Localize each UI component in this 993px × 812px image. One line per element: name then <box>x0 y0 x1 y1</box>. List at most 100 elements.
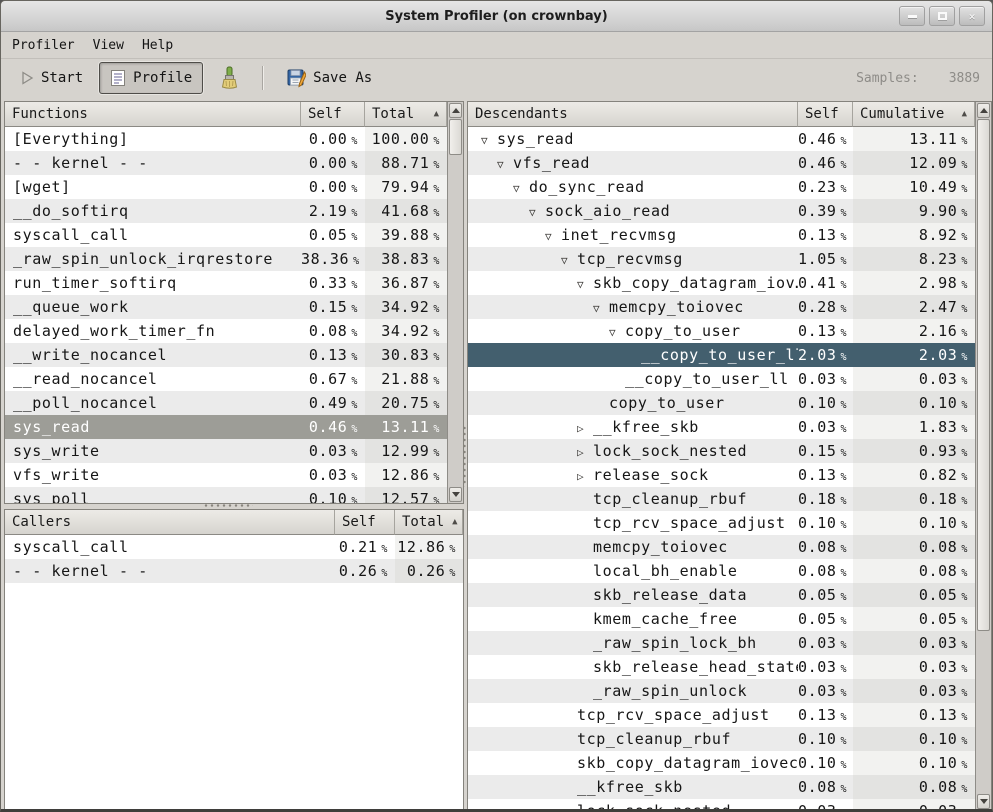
start-button[interactable]: Start <box>9 62 94 94</box>
app-window: System Profiler (on crownbay) ✕ Profiler… <box>0 0 993 812</box>
table-row[interactable]: __write_nocancel0.13%30.83% <box>5 343 447 367</box>
scroll-down-button[interactable] <box>977 794 990 809</box>
column-header-descendants[interactable]: Descendants <box>468 102 798 127</box>
close-button[interactable]: ✕ <box>959 6 985 26</box>
table-row[interactable]: sys_read0.46%13.11% <box>5 415 447 439</box>
tree-row[interactable]: kmem_cache_free0.05%0.05% <box>468 607 975 631</box>
column-header-self[interactable]: Self <box>335 510 395 535</box>
tree-row[interactable]: ▽do_sync_read0.23%10.49% <box>468 175 975 199</box>
menu-help[interactable]: Help <box>133 34 182 57</box>
table-row[interactable]: syscall_call0.05%39.88% <box>5 223 447 247</box>
tree-row[interactable]: memcpy_toiovec0.08%0.08% <box>468 535 975 559</box>
menu-view[interactable]: View <box>84 34 133 57</box>
tree-row[interactable]: skb_release_data0.05%0.05% <box>468 583 975 607</box>
expander-closed-icon[interactable]: ▷ <box>577 417 593 439</box>
tree-row[interactable]: __kfree_skb0.08%0.08% <box>468 775 975 799</box>
table-row[interactable]: __queue_work0.15%34.92% <box>5 295 447 319</box>
functions-scrollbar[interactable] <box>447 102 463 503</box>
table-row[interactable]: vfs_write0.03%12.86% <box>5 463 447 487</box>
expander-closed-icon[interactable]: ▷ <box>577 441 593 463</box>
scroll-thumb[interactable] <box>977 119 990 631</box>
tree-row[interactable]: ▷lock_sock_nested0.15%0.93% <box>468 439 975 463</box>
tree-row[interactable]: __copy_to_user_ll0.03%0.03% <box>468 367 975 391</box>
column-header-cumulative[interactable]: Cumulative▲ <box>853 102 975 127</box>
expander-open-icon[interactable]: ▽ <box>577 273 593 295</box>
table-row[interactable]: sys_write0.03%12.99% <box>5 439 447 463</box>
vertical-pane-grip[interactable] <box>462 425 467 487</box>
column-header-total[interactable]: Total▲ <box>365 102 447 127</box>
menu-profiler[interactable]: Profiler <box>3 34 84 57</box>
table-row[interactable]: - - kernel - -0.26%0.26% <box>5 559 463 583</box>
descendants-scrollbar[interactable] <box>975 102 991 810</box>
horizontal-pane-grip[interactable] <box>203 503 253 509</box>
expander-open-icon[interactable]: ▽ <box>609 321 625 343</box>
tree-row[interactable]: ▽skb_copy_datagram_iov…0.41%2.98% <box>468 271 975 295</box>
expander-open-icon[interactable]: ▽ <box>529 201 545 223</box>
table-row[interactable]: __read_nocancel0.67%21.88% <box>5 367 447 391</box>
descendant-name: _raw_spin_lock_bh <box>468 631 798 655</box>
expander-open-icon[interactable]: ▽ <box>545 225 561 247</box>
tree-row[interactable]: lock_sock_nested0.03%0.03% <box>468 799 975 810</box>
table-row[interactable]: run_timer_softirq0.33%36.87% <box>5 271 447 295</box>
tree-row[interactable]: ▽copy_to_user0.13%2.16% <box>468 319 975 343</box>
table-row[interactable]: - - kernel - -0.00%88.71% <box>5 151 447 175</box>
table-row[interactable]: [Everything]0.00%100.00% <box>5 127 447 151</box>
maximize-button[interactable] <box>929 6 955 26</box>
tree-row[interactable]: ▷__kfree_skb0.03%1.83% <box>468 415 975 439</box>
profile-toggle-button[interactable]: Profile <box>99 62 203 94</box>
column-header-self[interactable]: Self <box>301 102 365 127</box>
tree-row[interactable]: ▽vfs_read0.46%12.09% <box>468 151 975 175</box>
tree-row[interactable]: ▽memcpy_toiovec0.28%2.47% <box>468 295 975 319</box>
tree-row[interactable]: tcp_cleanup_rbuf0.10%0.10% <box>468 727 975 751</box>
table-row[interactable]: syscall_call0.21%12.86% <box>5 535 463 559</box>
reset-button[interactable] <box>208 62 250 94</box>
cumulative-value: 10.49% <box>853 175 975 199</box>
tree-row[interactable]: __copy_to_user_ll2.03%2.03% <box>468 343 975 367</box>
tree-row[interactable]: _raw_spin_lock_bh0.03%0.03% <box>468 631 975 655</box>
expander-open-icon[interactable]: ▽ <box>497 153 513 175</box>
titlebar[interactable]: System Profiler (on crownbay) ✕ <box>1 1 992 32</box>
tree-row[interactable]: skb_release_head_state0.03%0.03% <box>468 655 975 679</box>
tree-row[interactable]: copy_to_user0.10%0.10% <box>468 391 975 415</box>
function-name: sys_write <box>5 439 301 463</box>
table-row[interactable]: [wget]0.00%79.94% <box>5 175 447 199</box>
tree-row[interactable]: tcp_rcv_space_adjust0.10%0.10% <box>468 511 975 535</box>
tree-row[interactable]: skb_copy_datagram_iovec0.10%0.10% <box>468 751 975 775</box>
tree-row[interactable]: ▽inet_recvmsg0.13%8.92% <box>468 223 975 247</box>
tree-row[interactable]: ▽sys_read0.46%13.11% <box>468 127 975 151</box>
column-header-self[interactable]: Self <box>798 102 853 127</box>
total-value: 12.86% <box>395 535 463 559</box>
scroll-thumb[interactable] <box>449 119 462 155</box>
table-row[interactable]: __do_softirq2.19%41.68% <box>5 199 447 223</box>
cumulative-value: 0.82% <box>853 463 975 487</box>
brush-icon <box>219 66 239 90</box>
scroll-down-button[interactable] <box>449 487 462 502</box>
table-row[interactable]: delayed_work_timer_fn0.08%34.92% <box>5 319 447 343</box>
expander-open-icon[interactable]: ▽ <box>593 297 609 319</box>
expander-open-icon[interactable]: ▽ <box>481 129 497 151</box>
tree-row[interactable]: ▽tcp_recvmsg1.05%8.23% <box>468 247 975 271</box>
window-buttons: ✕ <box>899 6 985 26</box>
scroll-up-button[interactable] <box>977 103 990 118</box>
expander-open-icon[interactable]: ▽ <box>561 249 577 271</box>
table-row[interactable]: sys_poll0.10%12.57% <box>5 487 447 503</box>
tree-row[interactable]: _raw_spin_unlock0.03%0.03% <box>468 679 975 703</box>
scroll-up-button[interactable] <box>449 103 462 118</box>
tree-row[interactable]: local_bh_enable0.08%0.08% <box>468 559 975 583</box>
tree-row[interactable]: ▽sock_aio_read0.39%9.90% <box>468 199 975 223</box>
column-header-total[interactable]: Total▲ <box>395 510 463 535</box>
tree-row[interactable]: ▷release_sock0.13%0.82% <box>468 463 975 487</box>
column-header-callers[interactable]: Callers <box>5 510 335 535</box>
expander-closed-icon[interactable]: ▷ <box>577 465 593 487</box>
functions-panel: Functions Self Total▲ [Everything]0.00%1… <box>4 101 464 504</box>
tree-row[interactable]: tcp_cleanup_rbuf0.18%0.18% <box>468 487 975 511</box>
self-value: 0.03% <box>301 463 365 487</box>
tree-row[interactable]: tcp_rcv_space_adjust0.13%0.13% <box>468 703 975 727</box>
column-header-functions[interactable]: Functions <box>5 102 301 127</box>
table-row[interactable]: __poll_nocancel0.49%20.75% <box>5 391 447 415</box>
save-as-button[interactable]: Save As <box>276 62 383 94</box>
descendant-name: _raw_spin_unlock <box>468 679 798 703</box>
table-row[interactable]: _raw_spin_unlock_irqrestore38.36%38.83% <box>5 247 447 271</box>
minimize-button[interactable] <box>899 6 925 26</box>
expander-open-icon[interactable]: ▽ <box>513 177 529 199</box>
